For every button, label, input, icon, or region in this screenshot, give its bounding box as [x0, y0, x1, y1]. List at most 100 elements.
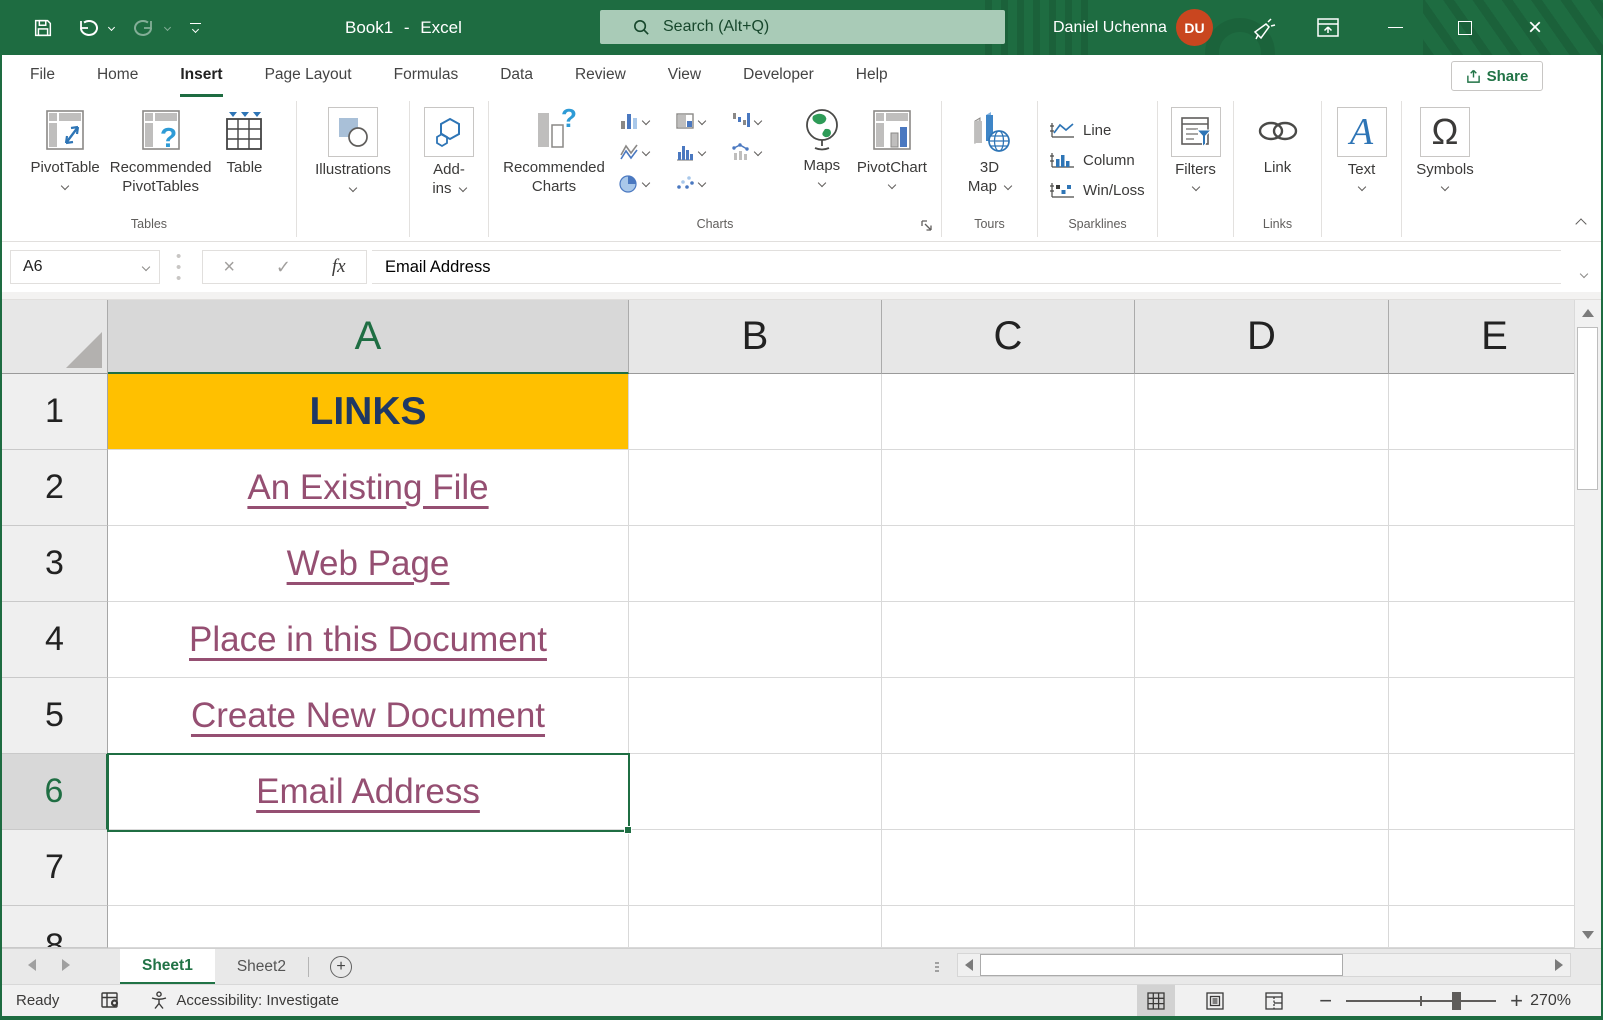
- cell-a6-hyperlink-selected[interactable]: Email Address: [108, 754, 629, 830]
- column-header-c[interactable]: C: [882, 300, 1135, 374]
- tab-home[interactable]: Home: [97, 55, 138, 97]
- tab-review[interactable]: Review: [575, 55, 626, 97]
- cell-c6[interactable]: [882, 754, 1135, 830]
- zoom-out-icon[interactable]: −: [1319, 988, 1332, 1014]
- cell-e3[interactable]: [1389, 526, 1601, 602]
- pivottable-button[interactable]: PivotTable: [31, 105, 100, 189]
- quick-access-toolbar-icon[interactable]: [182, 0, 208, 55]
- cell-a2-hyperlink[interactable]: An Existing File: [108, 450, 629, 526]
- recommended-pivottables-button[interactable]: ? Recommended PivotTables: [110, 105, 212, 196]
- cell-b3[interactable]: [629, 526, 882, 602]
- charts-dialog-launcher-icon[interactable]: [920, 219, 933, 237]
- scroll-down-icon[interactable]: [1575, 922, 1601, 948]
- zoom-slider-thumb[interactable]: [1452, 992, 1461, 1010]
- cell-b1[interactable]: [629, 374, 882, 450]
- cell-d3[interactable]: [1135, 526, 1389, 602]
- name-box[interactable]: A6: [10, 250, 160, 284]
- coming-soon-megaphone-icon[interactable]: [1245, 0, 1281, 55]
- cell-b6[interactable]: [629, 754, 882, 830]
- undo-button[interactable]: [70, 0, 104, 55]
- enter-check-icon[interactable]: ✓: [276, 257, 291, 278]
- insert-scatter-chart-button[interactable]: [675, 173, 731, 193]
- cell-e5[interactable]: [1389, 678, 1601, 754]
- cell-c7[interactable]: [882, 830, 1135, 906]
- ribbon-display-options-icon[interactable]: [1310, 0, 1346, 55]
- cell-a5-hyperlink[interactable]: Create New Document: [108, 678, 629, 754]
- insert-column-chart-button[interactable]: [619, 111, 675, 131]
- cell-c4[interactable]: [882, 602, 1135, 678]
- cancel-icon[interactable]: ×: [223, 256, 235, 279]
- vertical-scrollbar[interactable]: [1574, 300, 1601, 948]
- collapse-ribbon-icon[interactable]: [1577, 215, 1585, 233]
- sheet-tab-sheet1[interactable]: Sheet1: [120, 949, 215, 985]
- select-all-corner[interactable]: [2, 300, 108, 374]
- redo-button[interactable]: [128, 0, 162, 55]
- row-header-6[interactable]: 6: [2, 754, 108, 830]
- formula-input[interactable]: Email Address: [372, 250, 1561, 284]
- column-header-a[interactable]: A: [108, 300, 629, 374]
- sheet-nav-right-icon[interactable]: [62, 959, 70, 971]
- cell-e7[interactable]: [1389, 830, 1601, 906]
- share-button[interactable]: Share: [1451, 61, 1543, 91]
- cell-a1[interactable]: LINKS: [108, 374, 629, 450]
- cell-c5[interactable]: [882, 678, 1135, 754]
- zoom-slider[interactable]: [1346, 985, 1496, 1016]
- insert-statistic-chart-button[interactable]: [675, 142, 731, 162]
- pivotchart-button[interactable]: PivotChart: [857, 105, 927, 188]
- close-button[interactable]: ×: [1512, 0, 1558, 55]
- cell-c1[interactable]: [882, 374, 1135, 450]
- cell-e4[interactable]: [1389, 602, 1601, 678]
- cell-b8[interactable]: [629, 906, 882, 948]
- row-header-7[interactable]: 7: [2, 830, 108, 906]
- page-layout-view-button[interactable]: [1196, 985, 1234, 1016]
- sparkline-winloss-button[interactable]: Win/Loss: [1050, 175, 1145, 205]
- cell-b7[interactable]: [629, 830, 882, 906]
- cell-a8[interactable]: [108, 906, 629, 948]
- cell-d1[interactable]: [1135, 374, 1389, 450]
- table-button[interactable]: Table: [221, 105, 267, 177]
- formula-bar-grip[interactable]: •••: [176, 251, 181, 284]
- insert-combo-chart-button[interactable]: [731, 142, 787, 162]
- zoom-level[interactable]: 270%: [1523, 992, 1571, 1010]
- horizontal-scrollbar[interactable]: [957, 953, 1571, 977]
- cell-d5[interactable]: [1135, 678, 1389, 754]
- tab-data[interactable]: Data: [500, 55, 533, 97]
- user-name[interactable]: Daniel Uchenna: [1053, 0, 1167, 55]
- scroll-right-icon[interactable]: [1548, 954, 1570, 976]
- illustrations-button[interactable]: Illustrations: [315, 105, 391, 191]
- cell-b4[interactable]: [629, 602, 882, 678]
- tab-insert[interactable]: Insert: [180, 55, 222, 97]
- minimize-button[interactable]: [1372, 0, 1418, 55]
- cell-e2[interactable]: [1389, 450, 1601, 526]
- insert-pie-chart-button[interactable]: [619, 173, 675, 193]
- recommended-charts-button[interactable]: ? Recommended Charts: [503, 105, 605, 196]
- expand-formula-bar-icon[interactable]: [1581, 264, 1587, 282]
- zoom-in-icon[interactable]: +: [1510, 988, 1523, 1014]
- page-break-preview-button[interactable]: [1255, 985, 1293, 1016]
- undo-dropdown-icon[interactable]: [104, 0, 118, 55]
- sheet-nav-left-icon[interactable]: [28, 959, 36, 971]
- search-input[interactable]: Search (Alt+Q): [600, 10, 1005, 44]
- accessibility-status[interactable]: Accessibility: Investigate: [150, 991, 339, 1010]
- row-header-3[interactable]: 3: [2, 526, 108, 602]
- tab-help[interactable]: Help: [856, 55, 888, 97]
- insert-function-icon[interactable]: fx: [332, 256, 346, 278]
- tab-page-layout[interactable]: Page Layout: [265, 55, 352, 97]
- vertical-scrollbar-thumb[interactable]: [1577, 327, 1598, 490]
- tab-view[interactable]: View: [668, 55, 701, 97]
- insert-hierarchy-chart-button[interactable]: [675, 111, 731, 131]
- tab-formulas[interactable]: Formulas: [394, 55, 459, 97]
- avatar[interactable]: DU: [1176, 9, 1213, 46]
- column-header-b[interactable]: B: [629, 300, 882, 374]
- cell-a3-hyperlink[interactable]: Web Page: [108, 526, 629, 602]
- cell-b2[interactable]: [629, 450, 882, 526]
- redo-dropdown-icon[interactable]: [160, 0, 174, 55]
- cell-a4-hyperlink[interactable]: Place in this Document: [108, 602, 629, 678]
- row-header-2[interactable]: 2: [2, 450, 108, 526]
- tab-file[interactable]: File: [30, 55, 55, 97]
- row-header-5[interactable]: 5: [2, 678, 108, 754]
- maximize-button[interactable]: [1442, 0, 1488, 55]
- 3d-map-button[interactable]: 3D Map: [967, 105, 1013, 196]
- maps-button[interactable]: Maps: [801, 105, 843, 186]
- filters-button[interactable]: Filters: [1171, 105, 1221, 190]
